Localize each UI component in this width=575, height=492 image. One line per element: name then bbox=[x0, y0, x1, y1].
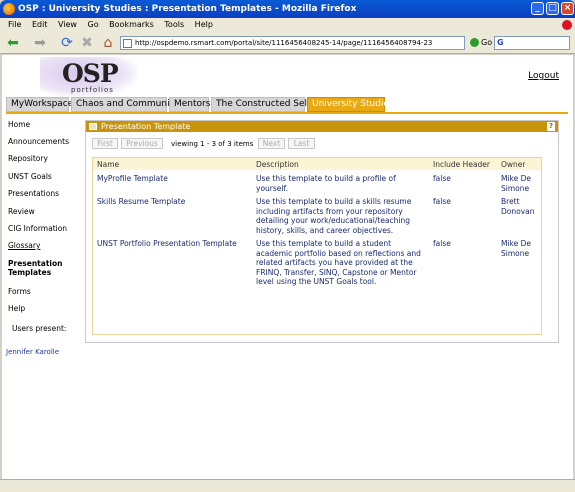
sidebar-item-review[interactable]: Review bbox=[8, 207, 35, 216]
template-name-link[interactable]: MyProfile Template bbox=[97, 174, 168, 184]
first-button[interactable]: First bbox=[92, 138, 118, 149]
panel-header: Presentation Template ? bbox=[86, 121, 558, 132]
template-owner: Brett Donovan bbox=[501, 197, 535, 216]
sidebar-item-announcements[interactable]: Announcements bbox=[8, 137, 69, 146]
menu-view[interactable]: View bbox=[58, 20, 77, 29]
next-button[interactable]: Next bbox=[258, 138, 285, 149]
address-bar[interactable]: http://ospdemo.rsmart.com/portal/site/11… bbox=[120, 36, 465, 50]
go-label: Go bbox=[481, 38, 493, 47]
go-button[interactable]: Go bbox=[470, 36, 492, 50]
maximize-button[interactable]: □ bbox=[546, 2, 559, 15]
minimize-button[interactable]: _ bbox=[531, 2, 544, 15]
menu-bookmarks[interactable]: Bookmarks bbox=[109, 20, 154, 29]
stop-load-icon[interactable]: ✖ bbox=[80, 35, 94, 51]
template-description: Use this template to build a skills resu… bbox=[256, 197, 412, 235]
sidebar-item-presentation-templates[interactable]: Presentation Templates bbox=[8, 259, 68, 277]
column-owner[interactable]: Owner bbox=[501, 160, 526, 169]
panel-title: Presentation Template bbox=[101, 122, 191, 131]
nav-toolbar: ⬅ ➡ ⟳ ✖ ⌂ http://ospdemo.rsmart.com/port… bbox=[0, 32, 575, 54]
panel-icon bbox=[89, 123, 97, 130]
template-description: Use this template to build a student aca… bbox=[256, 239, 421, 286]
menu-help[interactable]: Help bbox=[195, 20, 213, 29]
template-owner: Mike De Simone bbox=[501, 239, 532, 258]
sidebar-item-forms[interactable]: Forms bbox=[8, 287, 31, 296]
sidebar-item-cig-information[interactable]: CIG Information bbox=[8, 224, 67, 233]
go-icon bbox=[470, 38, 479, 47]
viewing-count: viewing 1 - 3 of 3 items bbox=[171, 140, 254, 148]
tab-university-studies[interactable]: University Studies bbox=[307, 97, 394, 112]
template-name-link[interactable]: UNST Portfolio Presentation Template bbox=[97, 239, 237, 249]
sidebar-item-unst-goals[interactable]: UNST Goals bbox=[8, 172, 52, 181]
page-content: OSP portfolios Logout MyWorkspace Chaos … bbox=[2, 55, 573, 479]
back-icon[interactable]: ⬅ bbox=[5, 35, 21, 51]
last-button[interactable]: Last bbox=[288, 138, 315, 149]
page-icon bbox=[123, 39, 132, 48]
firefox-icon bbox=[3, 3, 15, 15]
tab-mentors[interactable]: Mentors bbox=[169, 97, 210, 112]
sidebar-item-repository[interactable]: Repository bbox=[8, 154, 48, 163]
template-description: Use this template to build a profile of … bbox=[256, 174, 396, 193]
column-description[interactable]: Description bbox=[256, 160, 299, 169]
osp-logo: OSP portfolios bbox=[40, 57, 138, 97]
template-owner: Mike De Simone bbox=[501, 174, 532, 193]
column-name[interactable]: Name bbox=[97, 160, 119, 169]
menu-go[interactable]: Go bbox=[88, 20, 99, 29]
menu-file[interactable]: File bbox=[8, 20, 21, 29]
template-include-header: false bbox=[433, 239, 451, 248]
table-header: Name Description Include Header Owner bbox=[93, 158, 541, 170]
menu-edit[interactable]: Edit bbox=[32, 20, 48, 29]
google-search-icon: G bbox=[497, 38, 504, 47]
stop-icon[interactable] bbox=[562, 20, 572, 30]
window-title: OSP : University Studies : Presentation … bbox=[18, 4, 357, 14]
reload-icon[interactable]: ⟳ bbox=[60, 35, 74, 51]
templates-table: Name Description Include Header Owner My… bbox=[92, 157, 542, 335]
sidebar-item-glossary[interactable]: Glossary bbox=[8, 241, 40, 250]
logo-text: OSP bbox=[62, 59, 119, 88]
present-user[interactable]: Jennifer Karolle bbox=[6, 348, 59, 356]
tab-chaos-and-community[interactable]: Chaos and Community bbox=[71, 97, 178, 112]
template-include-header: false bbox=[433, 174, 451, 183]
home-icon[interactable]: ⌂ bbox=[101, 35, 115, 51]
logo-subtext: portfolios bbox=[71, 86, 114, 94]
sidebar-item-help[interactable]: Help bbox=[8, 304, 25, 313]
previous-button[interactable]: Previous bbox=[121, 138, 163, 149]
users-present-label: Users present: bbox=[12, 324, 67, 333]
close-button[interactable]: × bbox=[561, 2, 574, 15]
column-include-header[interactable]: Include Header bbox=[433, 160, 490, 169]
menu-bar: File Edit View Go Bookmarks Tools Help bbox=[0, 18, 575, 32]
tab-the-constructed-self[interactable]: The Constructed Self bbox=[211, 97, 310, 112]
search-box[interactable]: G bbox=[494, 36, 570, 50]
template-name-link[interactable]: Skills Resume Template bbox=[97, 197, 185, 207]
template-include-header: false bbox=[433, 197, 451, 206]
tab-myworkspace[interactable]: MyWorkspace bbox=[6, 97, 73, 112]
menu-tools[interactable]: Tools bbox=[164, 20, 184, 29]
status-bar bbox=[0, 479, 575, 492]
address-url: http://ospdemo.rsmart.com/portal/site/11… bbox=[135, 39, 433, 47]
sidebar-item-home[interactable]: Home bbox=[8, 120, 30, 129]
presentation-template-panel: Presentation Template ? First Previous v… bbox=[85, 120, 559, 343]
logout-link[interactable]: Logout bbox=[528, 71, 559, 81]
sidebar-item-presentations[interactable]: Presentations bbox=[8, 189, 59, 198]
help-icon[interactable]: ? bbox=[547, 122, 555, 131]
tab-underline bbox=[6, 112, 568, 114]
window-titlebar: OSP : University Studies : Presentation … bbox=[0, 0, 575, 18]
forward-icon[interactable]: ➡ bbox=[32, 35, 48, 51]
